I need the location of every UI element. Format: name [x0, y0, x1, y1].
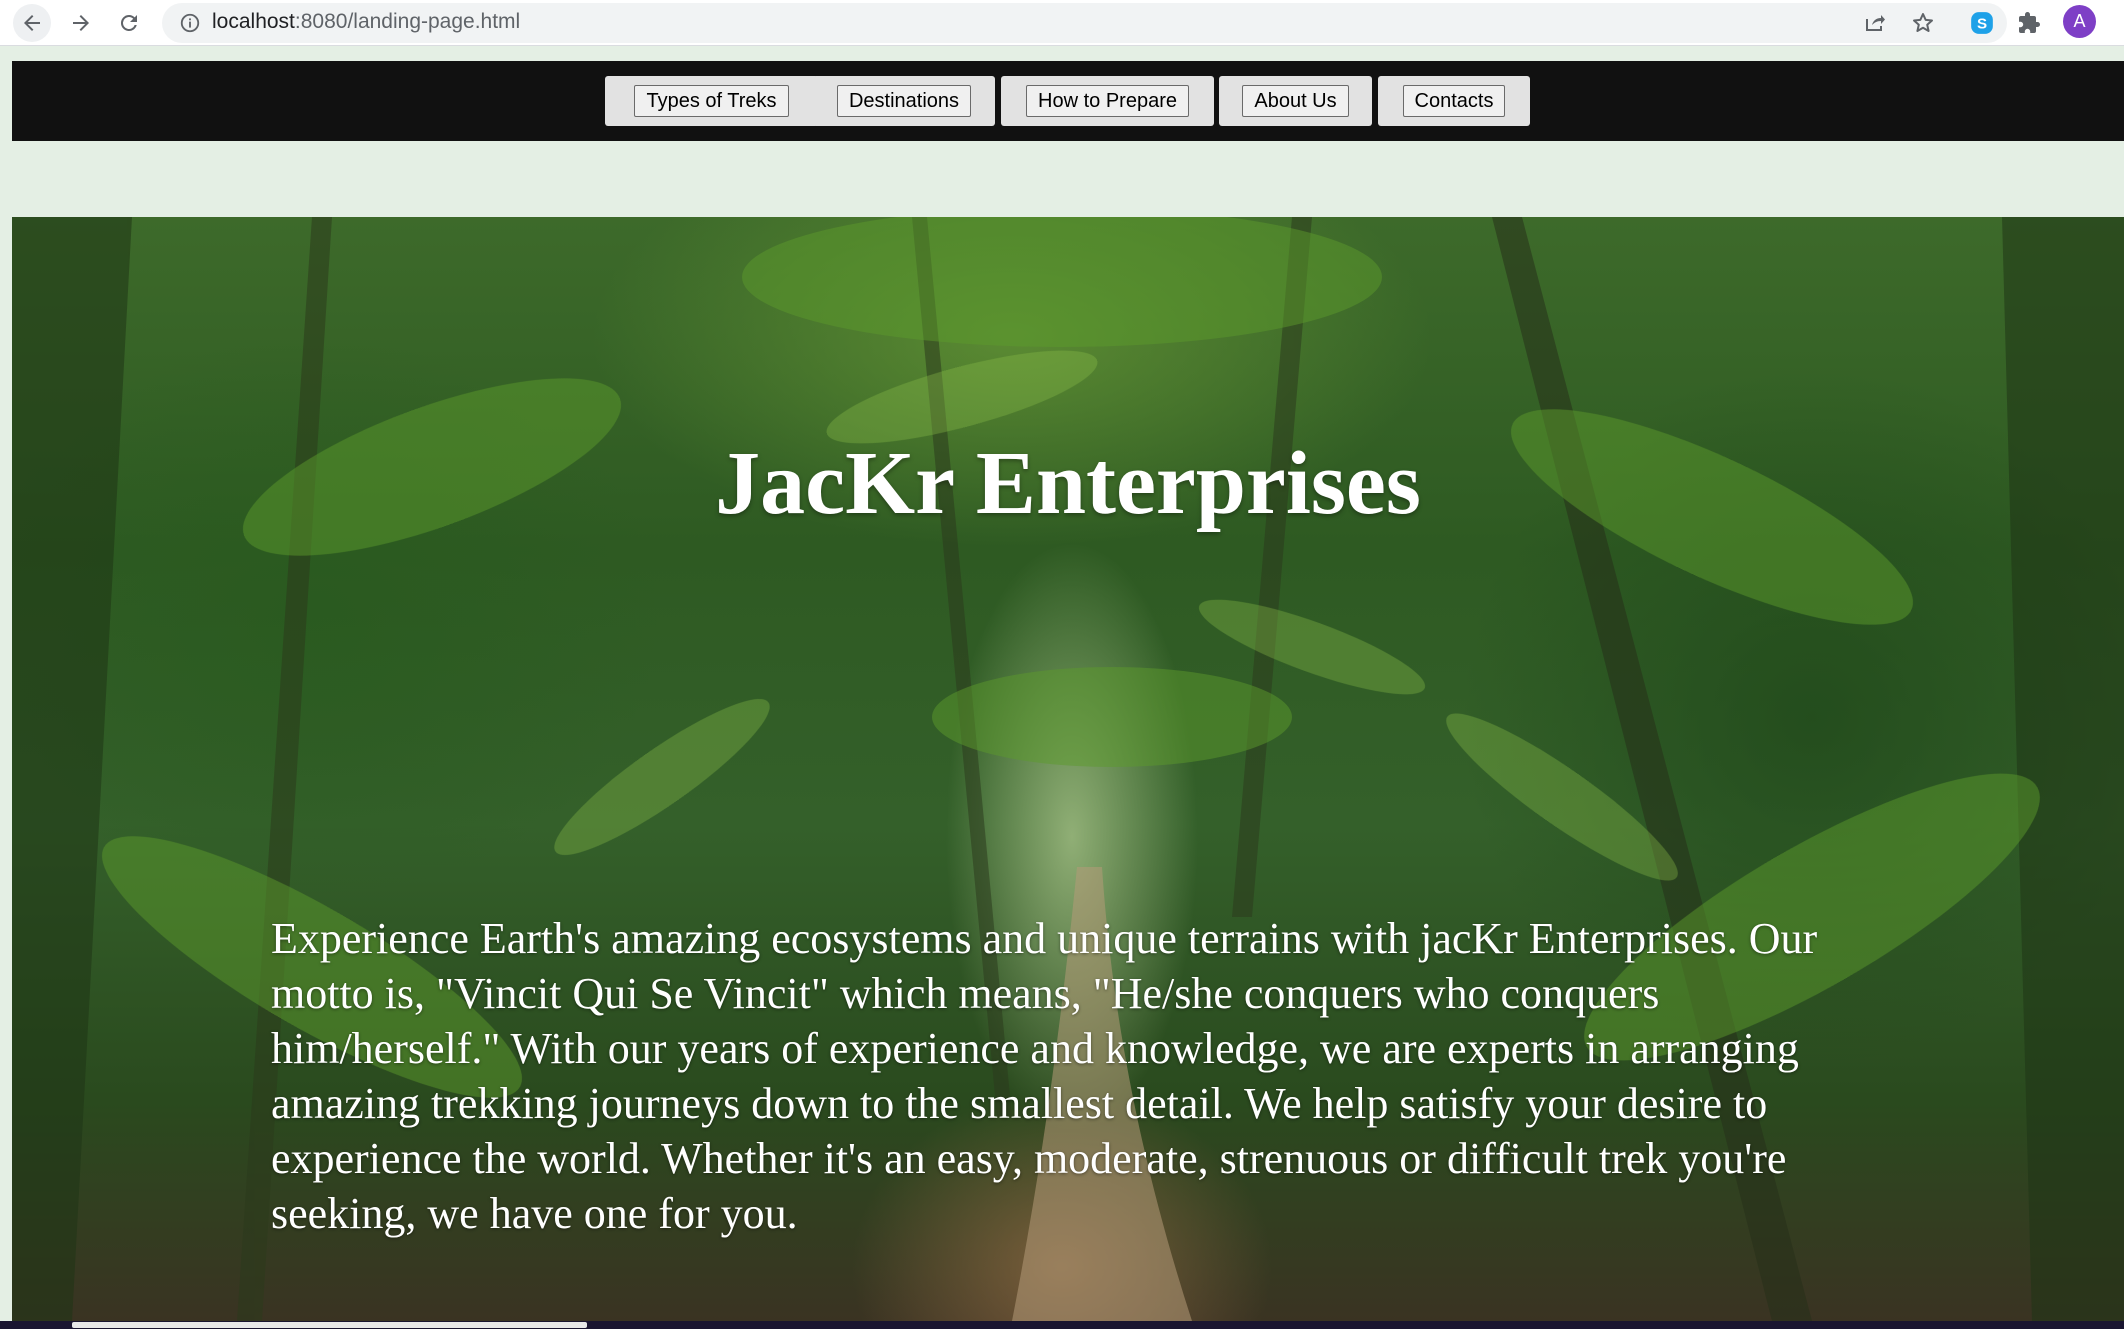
- svg-text:S: S: [1977, 15, 1987, 32]
- nav-item-types-of-treks: Types of Treks: [605, 76, 818, 126]
- share-icon[interactable]: [1860, 8, 1890, 38]
- hero-title: JacKr Enterprises: [715, 434, 1421, 533]
- about-us-button[interactable]: About Us: [1242, 85, 1349, 117]
- reload-icon: [120, 14, 137, 31]
- info-icon[interactable]: [177, 10, 203, 36]
- nav-item-contacts: Contacts: [1378, 76, 1530, 126]
- types-of-treks-button[interactable]: Types of Treks: [634, 85, 789, 117]
- back-button[interactable]: [13, 4, 51, 42]
- profile-avatar[interactable]: A: [2063, 5, 2096, 38]
- hero-section: JacKr Enterprises Experience Earth's ama…: [12, 217, 2124, 1321]
- site-nav-bar: Types of Treks Destinations How to Prepa…: [12, 61, 2124, 141]
- url-host: localhost: [212, 10, 295, 33]
- arrow-right-icon: [73, 15, 89, 31]
- hero-description: Experience Earth's amazing ecosystems an…: [271, 914, 1818, 1238]
- how-to-prepare-button[interactable]: How to Prepare: [1026, 85, 1189, 117]
- puzzle-icon[interactable]: [2014, 8, 2044, 38]
- destinations-button[interactable]: Destinations: [836, 85, 972, 117]
- nav-item-how-to-prepare: How to Prepare: [1001, 76, 1214, 126]
- url-path: :8080/landing-page.html: [294, 10, 521, 33]
- browser-toolbar: localhost:8080/landing-page.html S A: [0, 0, 2124, 46]
- contacts-button[interactable]: Contacts: [1402, 85, 1506, 117]
- star-icon[interactable]: [1908, 8, 1938, 38]
- arrow-left-icon: [24, 15, 40, 31]
- scrollbar-thumb[interactable]: [72, 1322, 587, 1328]
- nav-item-about-us: About Us: [1219, 76, 1372, 126]
- forward-button[interactable]: [62, 4, 100, 42]
- url-text[interactable]: localhost:8080/landing-page.html: [212, 8, 520, 36]
- skype-icon[interactable]: S: [1967, 8, 1997, 38]
- reload-button[interactable]: [110, 4, 148, 42]
- nav-item-destinations: Destinations: [813, 76, 995, 126]
